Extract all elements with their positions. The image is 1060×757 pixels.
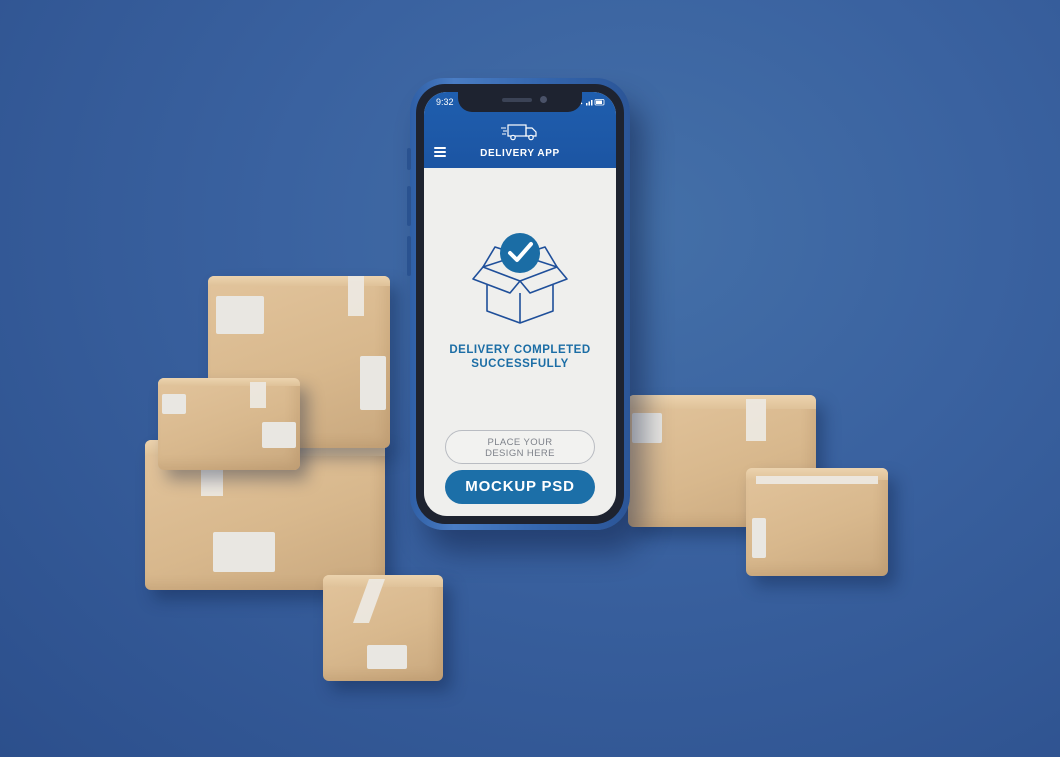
shipping-label — [752, 518, 766, 558]
success-message: DELIVERY COMPLETED SUCCESSFULLY — [424, 343, 616, 371]
tape-strip — [201, 466, 223, 496]
shipping-label — [216, 296, 264, 334]
cardboard-box-front — [323, 575, 443, 681]
cardboard-box-right-front — [746, 468, 888, 576]
delivery-truck-icon — [501, 124, 537, 141]
phone-bezel: 9:32 DELIVERY APP DELIVERY COMPLETED SUC… — [416, 84, 624, 524]
shipping-label — [367, 645, 407, 669]
placeholder-line-2: DESIGN HERE — [485, 448, 555, 459]
shipping-label — [262, 422, 296, 448]
app-header: 9:32 DELIVERY APP — [424, 92, 616, 168]
success-line-1: DELIVERY COMPLETED — [449, 344, 591, 356]
mockup-psd-button[interactable]: MOCKUP PSD — [445, 470, 595, 504]
status-time: 9:32 — [436, 97, 454, 107]
shipping-label — [162, 394, 186, 414]
success-line-2: SUCCESSFULLY — [471, 358, 569, 370]
smartphone-mockup: 9:32 DELIVERY APP DELIVERY COMPLETED SUC… — [407, 78, 630, 530]
shipping-label — [360, 356, 386, 410]
design-placeholder: PLACE YOUR DESIGN HERE — [445, 430, 595, 464]
tape-strip — [756, 476, 878, 484]
phone-notch — [458, 92, 582, 112]
box-checkmark-icon — [472, 233, 568, 324]
tape-strip — [348, 276, 364, 316]
app-title: DELIVERY APP — [480, 148, 560, 159]
side-button — [407, 186, 411, 226]
tape-strip — [250, 382, 266, 408]
phone-screen: 9:32 DELIVERY APP DELIVERY COMPLETED SUC… — [424, 92, 616, 516]
side-button — [407, 236, 411, 276]
shipping-label — [213, 532, 275, 572]
cardboard-box-small-left — [158, 378, 300, 470]
placeholder-line-1: PLACE YOUR — [487, 437, 553, 448]
shipping-label — [632, 413, 662, 443]
tape-strip — [746, 399, 766, 441]
side-button — [407, 148, 411, 170]
